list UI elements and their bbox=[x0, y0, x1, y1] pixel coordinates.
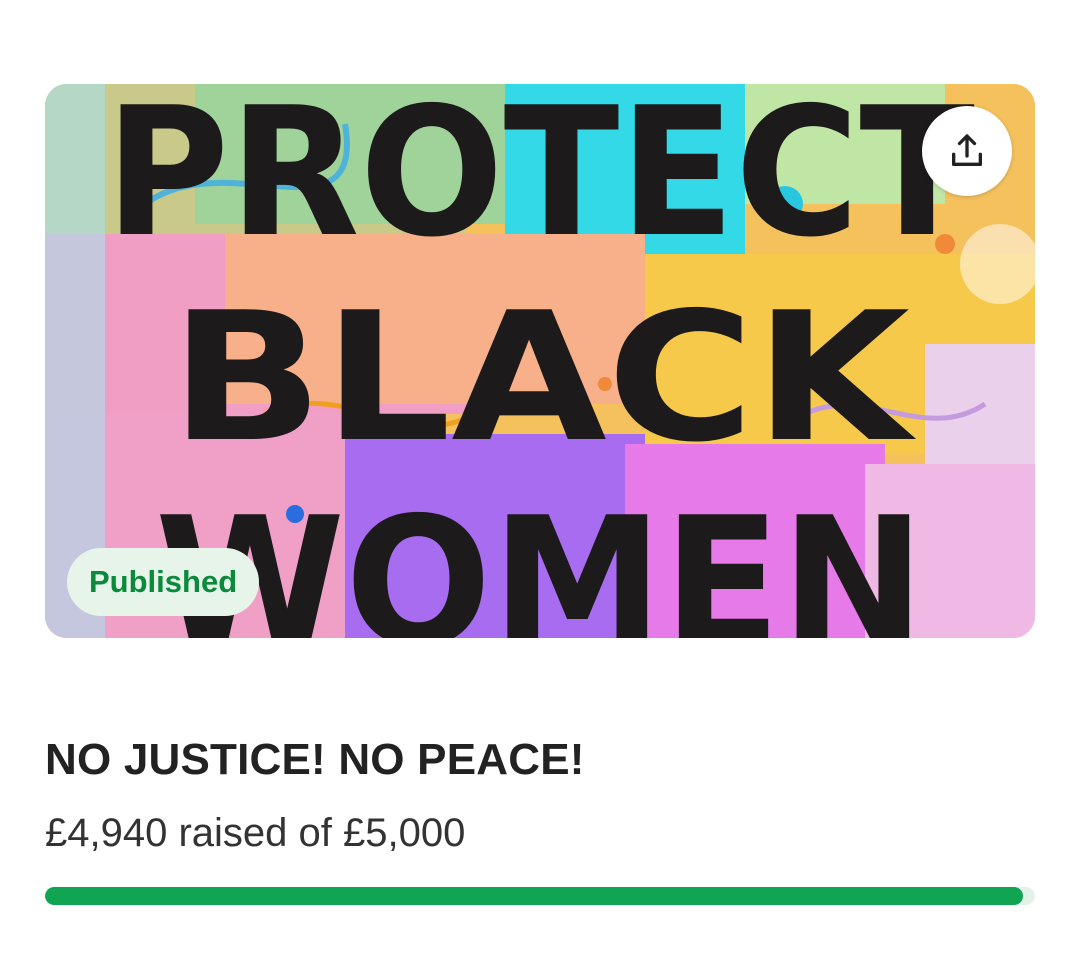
image-word-protect: PROTECT bbox=[105, 84, 975, 276]
progress-bar bbox=[45, 887, 1035, 905]
campaign-title[interactable]: NO JUSTICE! NO PEACE! bbox=[45, 732, 585, 788]
image-word-women: WOMEN bbox=[155, 479, 925, 638]
status-badge: Published bbox=[67, 548, 260, 616]
image-word-black: BLACK bbox=[170, 274, 917, 481]
share-button[interactable] bbox=[922, 106, 1012, 196]
campaign-image[interactable]: PROTECT BLACK WOMEN Published bbox=[45, 84, 1035, 638]
raised-amount-text: £4,940 raised of £5,000 bbox=[45, 811, 466, 855]
progress-bar-fill bbox=[45, 887, 1024, 905]
share-upload-icon bbox=[952, 134, 982, 166]
